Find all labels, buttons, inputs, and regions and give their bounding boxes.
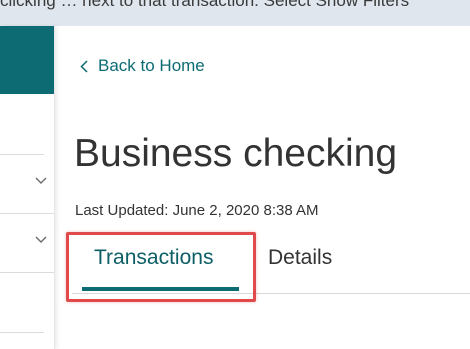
- tab-bar: Transactions Details: [62, 232, 470, 302]
- annotation-highlight-box: [66, 232, 256, 302]
- sidebar-divider: [0, 332, 44, 333]
- banner-text: clicking … next to that transaction. Sel…: [0, 0, 410, 10]
- chevron-down-icon[interactable]: [35, 177, 47, 186]
- sidebar: [0, 26, 55, 349]
- back-link-label: Back to Home: [98, 56, 205, 75]
- page: clicking … next to that transaction. Sel…: [0, 0, 470, 349]
- instruction-banner: clicking … next to that transaction. Sel…: [0, 0, 470, 26]
- sidebar-item-1[interactable]: [0, 155, 54, 214]
- back-to-home-link[interactable]: Back to Home: [80, 56, 205, 76]
- last-updated-text: Last Updated: June 2, 2020 8:38 AM: [75, 202, 319, 219]
- sidebar-header-block: [0, 26, 54, 94]
- chevron-down-icon[interactable]: [35, 236, 47, 245]
- tab-details[interactable]: Details: [268, 246, 332, 270]
- page-title: Business checking: [74, 132, 398, 175]
- chevron-left-icon: [80, 59, 88, 73]
- sidebar-item-2[interactable]: [0, 214, 54, 273]
